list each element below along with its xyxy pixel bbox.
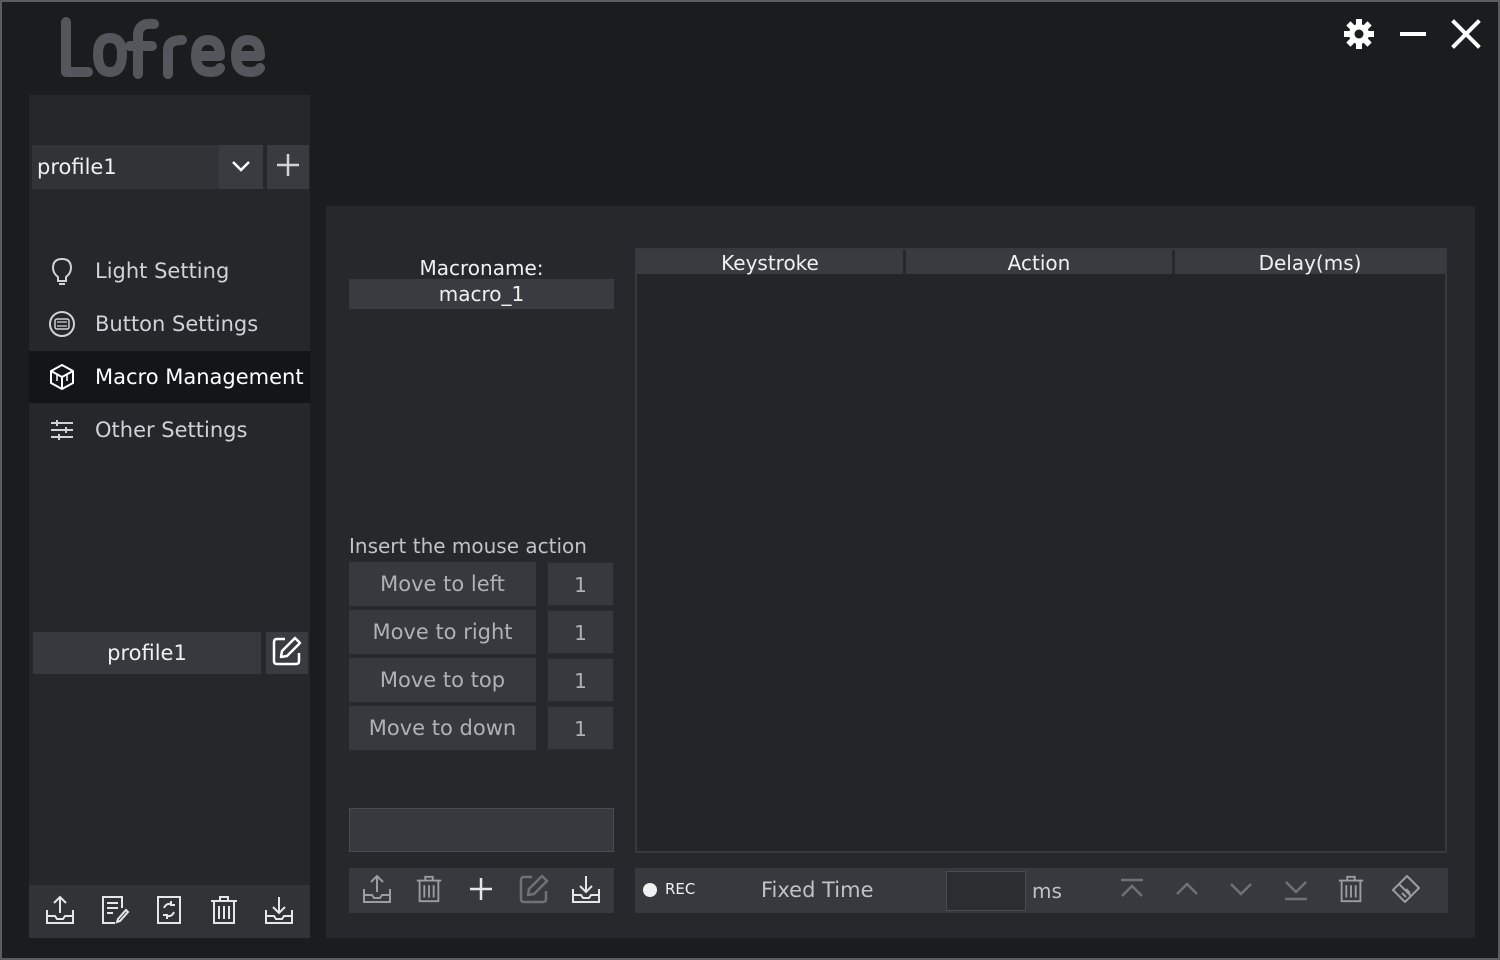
import-profile-button[interactable]	[259, 892, 299, 932]
import-macro-button[interactable]	[567, 872, 605, 910]
sliders-icon	[48, 416, 76, 444]
export-icon	[44, 894, 76, 930]
minimize-icon	[1398, 19, 1428, 53]
macro-list-field[interactable]	[349, 808, 614, 852]
chevron-up-icon	[1172, 874, 1202, 908]
import-icon	[263, 894, 295, 930]
move-up-button[interactable]	[1168, 872, 1206, 910]
bulb-icon	[48, 257, 76, 285]
delay-unit-label: ms	[1032, 879, 1062, 903]
trash-icon	[1336, 874, 1366, 908]
export-icon	[361, 873, 393, 909]
export-macro-button[interactable]	[358, 872, 396, 910]
column-header-delay: Delay(ms)	[1175, 250, 1445, 275]
chevron-down-icon	[1226, 874, 1256, 908]
sidebar-item-label: Other Settings	[95, 418, 248, 442]
move-right-amount-input[interactable]: 1	[547, 610, 614, 654]
chevron-down-icon	[231, 158, 251, 177]
sidebar-item-label: Light Setting	[95, 259, 230, 283]
sidebar-item-label: Button Settings	[95, 312, 259, 336]
delete-macro-button[interactable]	[410, 872, 448, 910]
gear-icon	[1343, 18, 1375, 54]
app-window: profile1 Light Setting Button Settings M…	[0, 0, 1500, 960]
import-icon	[570, 873, 602, 909]
document-edit-icon	[99, 894, 131, 930]
add-macro-button[interactable]	[462, 872, 500, 910]
move-down-button[interactable]: Move to down	[349, 706, 536, 750]
double-chevron-up-icon	[1117, 874, 1147, 908]
move-left-button[interactable]: Move to left	[349, 562, 536, 606]
macro-panel: Macroname: macro_1 Insert the mouse acti…	[326, 206, 1475, 938]
minimize-button[interactable]	[1395, 18, 1431, 54]
refresh-document-icon	[153, 894, 185, 930]
move-left-amount-input[interactable]: 1	[547, 562, 614, 606]
double-chevron-down-icon	[1281, 874, 1311, 908]
mouse-action-row: Move to top 1	[349, 658, 614, 702]
move-down-amount-input[interactable]: 1	[547, 706, 614, 750]
delay-ms-input[interactable]	[946, 871, 1026, 911]
settings-button[interactable]	[1341, 18, 1377, 54]
fixed-time-option[interactable]: Fixed Time	[761, 878, 874, 902]
sidebar-item-other-settings[interactable]: Other Settings	[29, 404, 310, 456]
keyboard-keys-icon	[48, 310, 76, 338]
brand-logo	[58, 14, 278, 84]
record-button-label[interactable]: REC	[665, 880, 695, 898]
edit-icon	[518, 873, 550, 909]
macro-name-input[interactable]: macro_1	[349, 279, 614, 309]
plus-icon	[276, 153, 300, 181]
insert-mouse-action-label: Insert the mouse action	[349, 534, 587, 558]
plus-icon	[468, 876, 494, 906]
profile-select[interactable]: profile1	[32, 145, 220, 189]
sidebar: profile1 Light Setting Button Settings M…	[29, 95, 310, 938]
delete-step-button[interactable]	[1332, 872, 1370, 910]
mouse-action-row: Move to right 1	[349, 610, 614, 654]
eraser-icon	[1390, 873, 1422, 909]
profile-dropdown-button[interactable]	[219, 145, 263, 189]
sidebar-item-macro-management[interactable]: Macro Management	[29, 351, 310, 403]
reset-profile-button[interactable]	[149, 892, 189, 932]
mouse-action-row: Move to left 1	[349, 562, 614, 606]
move-to-top-button[interactable]	[1113, 872, 1151, 910]
trash-icon	[414, 874, 444, 908]
close-button[interactable]	[1448, 18, 1484, 54]
mouse-action-row: Move to down 1	[349, 706, 614, 750]
notes-button[interactable]	[95, 892, 135, 932]
cube-icon	[48, 363, 76, 391]
record-dot-icon[interactable]	[643, 883, 657, 897]
add-profile-button[interactable]	[267, 145, 309, 189]
edit-macro-button[interactable]	[515, 872, 553, 910]
recorder-toolbar: REC Fixed Time ms	[635, 868, 1448, 913]
move-down-button[interactable]	[1222, 872, 1260, 910]
delete-profile-button[interactable]	[204, 892, 244, 932]
edit-icon	[271, 635, 303, 671]
move-top-amount-input[interactable]: 1	[547, 658, 614, 702]
trash-icon	[208, 894, 240, 930]
export-profile-button[interactable]	[40, 892, 80, 932]
column-header-action: Action	[906, 250, 1175, 275]
sidebar-item-label: Macro Management	[95, 365, 304, 389]
column-header-keystroke: Keystroke	[637, 250, 906, 275]
profile-name-field[interactable]: profile1	[33, 632, 261, 674]
edit-profile-button[interactable]	[266, 632, 308, 674]
profile-toolbar	[29, 885, 310, 938]
sidebar-item-button-settings[interactable]: Button Settings	[29, 298, 310, 350]
close-icon	[1451, 19, 1481, 53]
table-header: Keystroke Action Delay(ms)	[637, 250, 1445, 275]
move-to-bottom-button[interactable]	[1277, 872, 1315, 910]
macro-toolbar	[349, 868, 614, 913]
clear-steps-button[interactable]	[1387, 872, 1425, 910]
move-right-button[interactable]: Move to right	[349, 610, 536, 654]
macro-name-label: Macroname:	[419, 256, 544, 280]
keystroke-table: Keystroke Action Delay(ms)	[635, 248, 1447, 853]
move-top-button[interactable]: Move to top	[349, 658, 536, 702]
sidebar-item-light-setting[interactable]: Light Setting	[29, 245, 310, 297]
